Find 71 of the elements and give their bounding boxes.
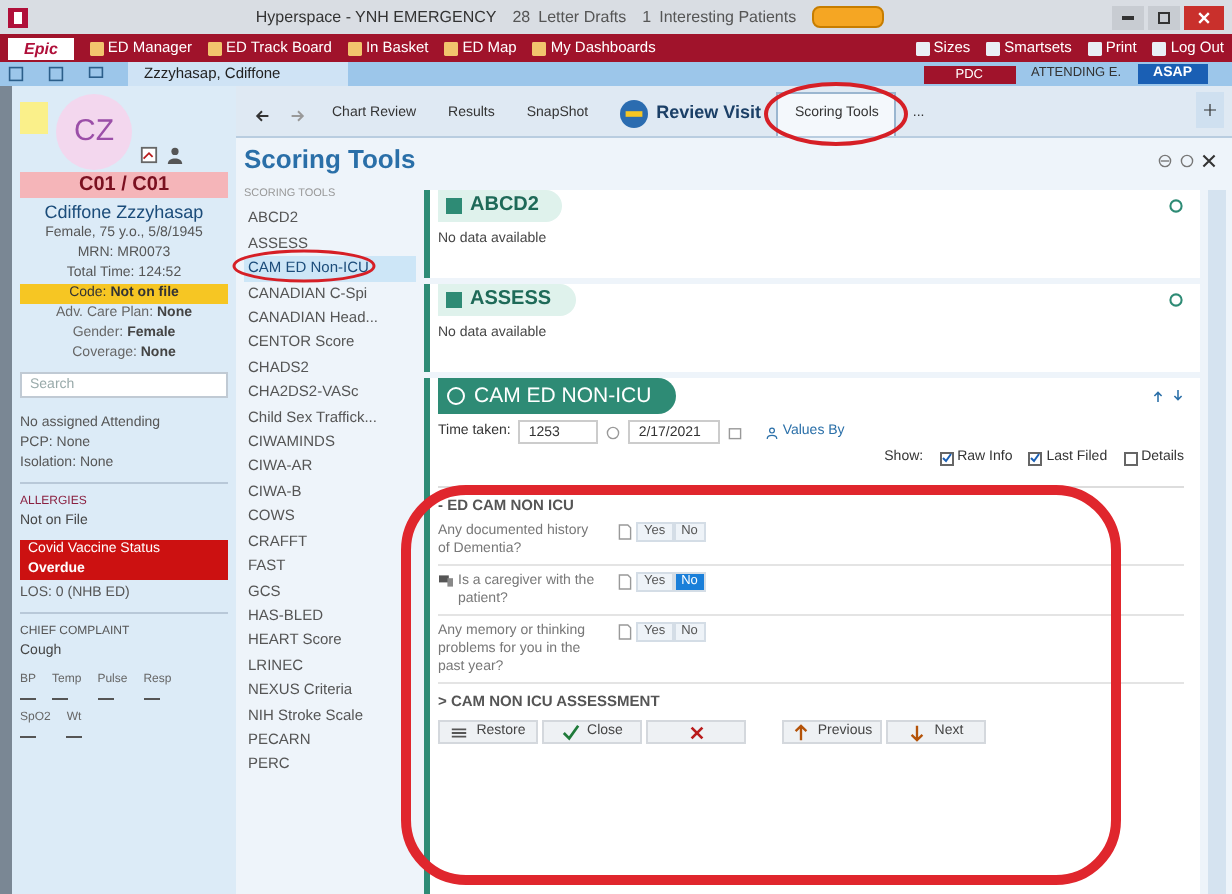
toolbar-item-icon: [444, 41, 459, 55]
bed-banner: C01 / C01: [20, 172, 228, 198]
down-arrow-icon: [908, 723, 927, 741]
add-button[interactable]: [1196, 92, 1224, 128]
note-icon: [618, 523, 632, 540]
note-icon: [618, 573, 632, 590]
minimize-button[interactable]: [1112, 5, 1144, 29]
calendar-icon: [728, 425, 743, 439]
back-arrow-icon: [252, 108, 272, 124]
table-icon: [446, 198, 462, 214]
checkbox[interactable]: [1028, 451, 1043, 466]
toolbar-item-icon: [915, 41, 930, 55]
cancel-button[interactable]: [646, 720, 746, 744]
checkbox[interactable]: [1123, 451, 1138, 466]
card-title: ASSESS: [438, 284, 576, 316]
table-icon: [446, 292, 462, 308]
refresh-icon: [1168, 292, 1184, 308]
clock-icon: [606, 425, 621, 439]
toolbar-item-icon: [986, 41, 1001, 55]
down-arrow-icon: [1172, 388, 1184, 404]
annotation-ellipse: [232, 249, 376, 283]
form-icon: [446, 386, 466, 406]
person-icon: [166, 146, 184, 164]
window-title: Hyperspace - YNH EMERGENCY: [255, 5, 497, 29]
comment-icon: [438, 573, 454, 588]
person-icon: [766, 425, 779, 439]
sticky-note: [20, 102, 48, 134]
grid-icon: [8, 66, 24, 82]
collapse-icon: [1158, 153, 1172, 167]
toolbar-item-icon: [532, 41, 547, 55]
up-arrow-icon: [791, 723, 810, 741]
epic-menu-button[interactable]: Epic: [8, 37, 74, 59]
refresh-icon: [1168, 198, 1184, 214]
vital-empty-line: [66, 736, 83, 738]
maximize-button[interactable]: [1148, 5, 1180, 29]
notice-link[interactable]: 1 Interesting Patients: [642, 5, 797, 29]
forward-arrow-icon: [288, 108, 308, 124]
toolbar-item-icon: [89, 41, 104, 55]
toolbar-item-icon: [1087, 41, 1102, 55]
plus-icon: [1204, 104, 1216, 116]
vital-empty-line: [20, 736, 36, 738]
toolbar-item-icon: [1152, 41, 1167, 55]
close-icon: [1198, 11, 1210, 23]
close-button[interactable]: [1184, 5, 1224, 29]
activity-tab[interactable]: Review Visit: [604, 92, 777, 136]
review-icon: [620, 100, 649, 128]
close-icon: [687, 723, 705, 741]
card-title: ABCD2: [438, 190, 563, 222]
close-icon: [1202, 153, 1216, 167]
window-icon: [48, 66, 64, 82]
annotation-ellipse: [764, 82, 908, 146]
patient-name: Cdiffone Zzzyhasap: [42, 200, 206, 224]
page-title: Scoring Tools: [244, 142, 416, 179]
monitor-icon: [88, 66, 104, 82]
toolbar-item-icon: [347, 41, 362, 55]
form-title: CAM ED NON-ICU: [438, 378, 676, 414]
restore-icon: [450, 723, 469, 741]
vital-empty-line: [52, 698, 69, 700]
checkbox[interactable]: [939, 451, 954, 466]
patient-avatar: CZ: [56, 94, 132, 170]
toolbar-item-icon: [208, 41, 223, 55]
help-icon: [1180, 153, 1194, 167]
notice-link[interactable]: 28 Letter Drafts: [512, 5, 627, 29]
vital-empty-line: [20, 698, 36, 700]
checkmark-icon: [561, 723, 580, 741]
app-icon: [8, 7, 28, 27]
vital-empty-line: [143, 698, 160, 700]
chart-icon: [140, 146, 158, 164]
up-arrow-icon: [1152, 388, 1164, 404]
note-icon: [618, 623, 632, 640]
vital-empty-line: [97, 698, 114, 700]
